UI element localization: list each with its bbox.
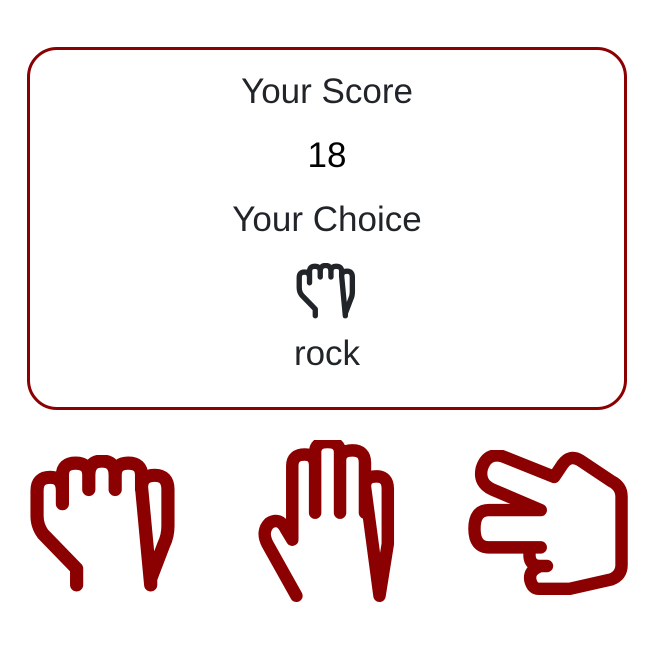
choice-label: Your Choice — [232, 200, 422, 239]
score-label: Your Score — [241, 72, 413, 111]
score-card: Your Score 18 Your Choice rock — [27, 47, 627, 410]
score-value: 18 — [307, 136, 347, 175]
choice-value: rock — [293, 334, 361, 373]
scissors-button[interactable] — [464, 450, 632, 595]
hand-rock-icon — [296, 263, 356, 319]
paper-button[interactable] — [253, 440, 398, 602]
rock-button[interactable] — [22, 455, 184, 593]
